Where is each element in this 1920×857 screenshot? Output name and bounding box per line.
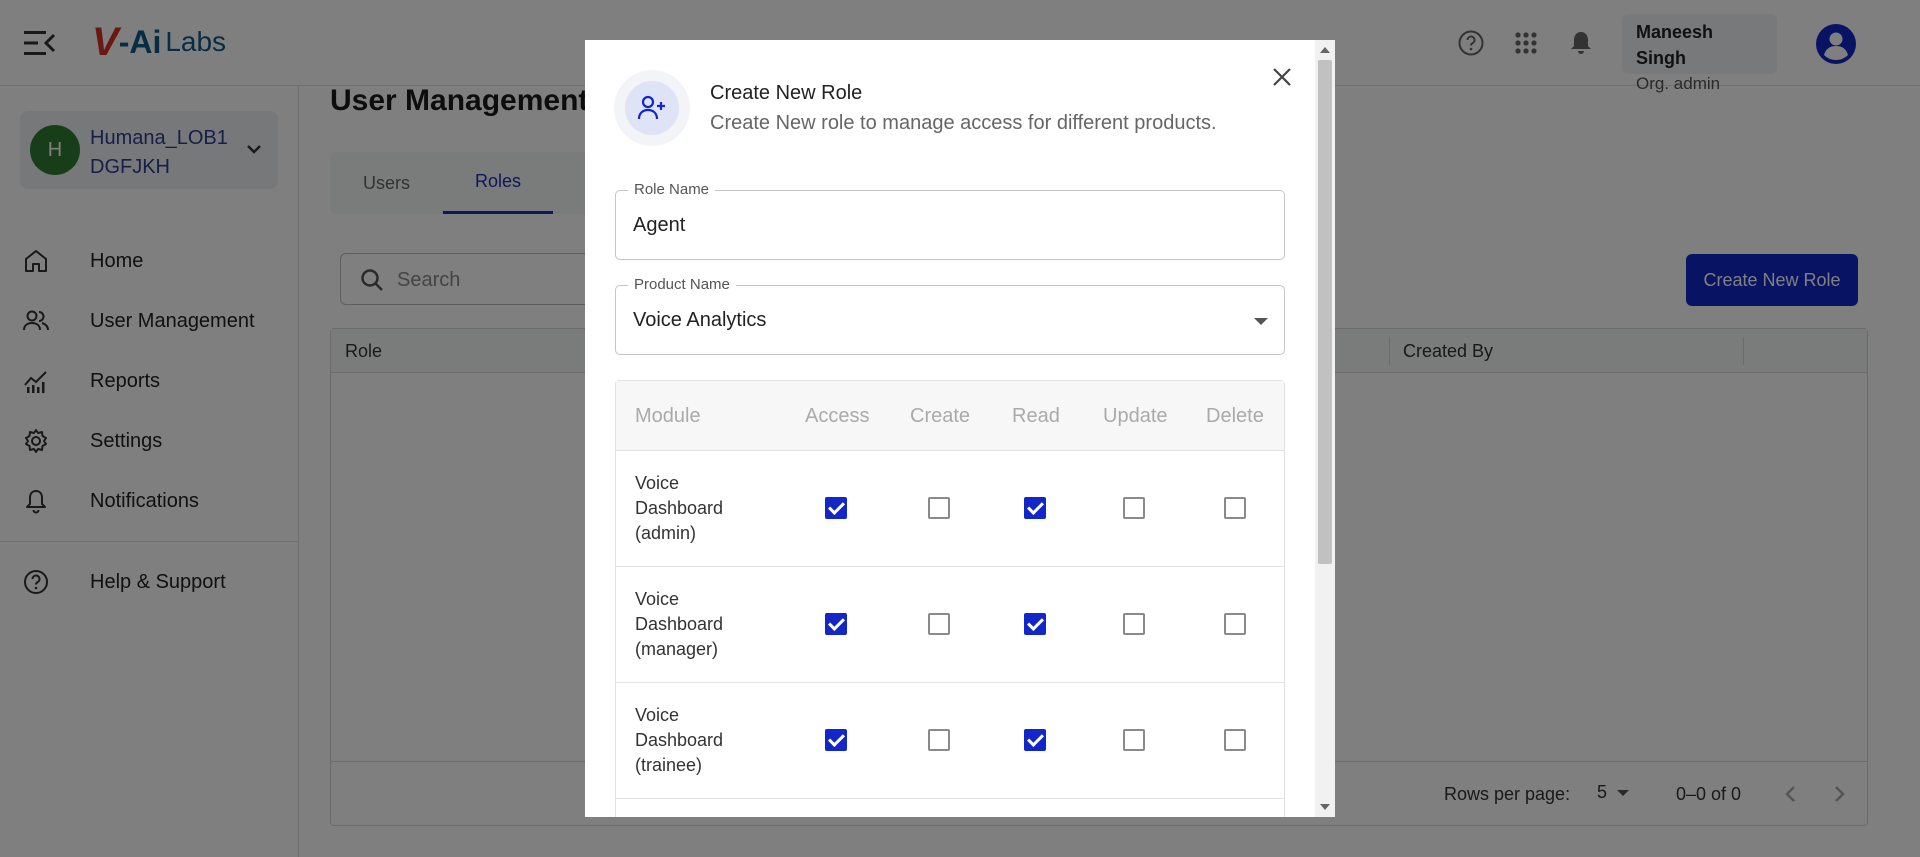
- role-name-field[interactable]: Role Name Agent: [615, 181, 1285, 260]
- read-checkbox[interactable]: [1024, 613, 1046, 635]
- access-checkbox[interactable]: [825, 729, 847, 751]
- read-checkbox[interactable]: [1024, 729, 1046, 751]
- column-header-delete: Delete: [1206, 405, 1264, 427]
- role-name-label: Role Name: [628, 181, 716, 198]
- access-checkbox[interactable]: [825, 497, 847, 519]
- dialog-title: Create New Role: [710, 82, 863, 104]
- column-header-module: Module: [635, 405, 701, 427]
- scroll-down-icon[interactable]: [1320, 804, 1330, 810]
- column-header-read: Read: [1012, 405, 1060, 427]
- dialog-icon-badge: [614, 70, 690, 146]
- product-name-value: Voice Analytics: [633, 309, 767, 331]
- permissions-header: Module Access Create Read Update Delete: [616, 381, 1284, 451]
- read-checkbox[interactable]: [1024, 497, 1046, 519]
- scroll-up-icon[interactable]: [1320, 47, 1330, 53]
- delete-checkbox[interactable]: [1224, 497, 1246, 519]
- column-header-update: Update: [1103, 405, 1168, 427]
- caret-down-icon: [1254, 318, 1268, 325]
- module-name: Voice Dashboard (manager): [635, 589, 724, 659]
- dialog-scrollbar[interactable]: [1315, 40, 1335, 817]
- permission-row: Voice Dashboard (trainee): [616, 683, 1284, 799]
- scroll-thumb[interactable]: [1318, 60, 1332, 564]
- create-role-dialog: Create New Role Create New role to manag…: [585, 40, 1335, 817]
- add-user-icon: [625, 81, 679, 135]
- permission-row: Voice Dashboard (admin): [616, 451, 1284, 567]
- create-checkbox[interactable]: [928, 497, 950, 519]
- update-checkbox[interactable]: [1123, 729, 1145, 751]
- column-header-access: Access: [805, 405, 870, 427]
- module-name: Voice Dashboard (admin): [635, 473, 724, 543]
- product-name-label: Product Name: [628, 276, 736, 293]
- permission-row: Voice Dashboard (manager): [616, 567, 1284, 683]
- module-name: Voice Dashboard (trainee): [635, 705, 724, 775]
- update-checkbox[interactable]: [1123, 497, 1145, 519]
- dialog-subtitle: Create New role to manage access for dif…: [710, 112, 1217, 134]
- create-checkbox[interactable]: [928, 729, 950, 751]
- column-header-create: Create: [910, 405, 971, 427]
- role-name-input[interactable]: Agent: [633, 214, 685, 237]
- delete-checkbox[interactable]: [1224, 613, 1246, 635]
- permissions-table: Module Access Create Read Update Delete …: [615, 380, 1285, 817]
- delete-checkbox[interactable]: [1224, 729, 1246, 751]
- update-checkbox[interactable]: [1123, 613, 1145, 635]
- create-checkbox[interactable]: [928, 613, 950, 635]
- access-checkbox[interactable]: [825, 613, 847, 635]
- product-name-select[interactable]: Product Name Voice Analytics: [615, 276, 1285, 355]
- close-icon[interactable]: [1267, 62, 1297, 92]
